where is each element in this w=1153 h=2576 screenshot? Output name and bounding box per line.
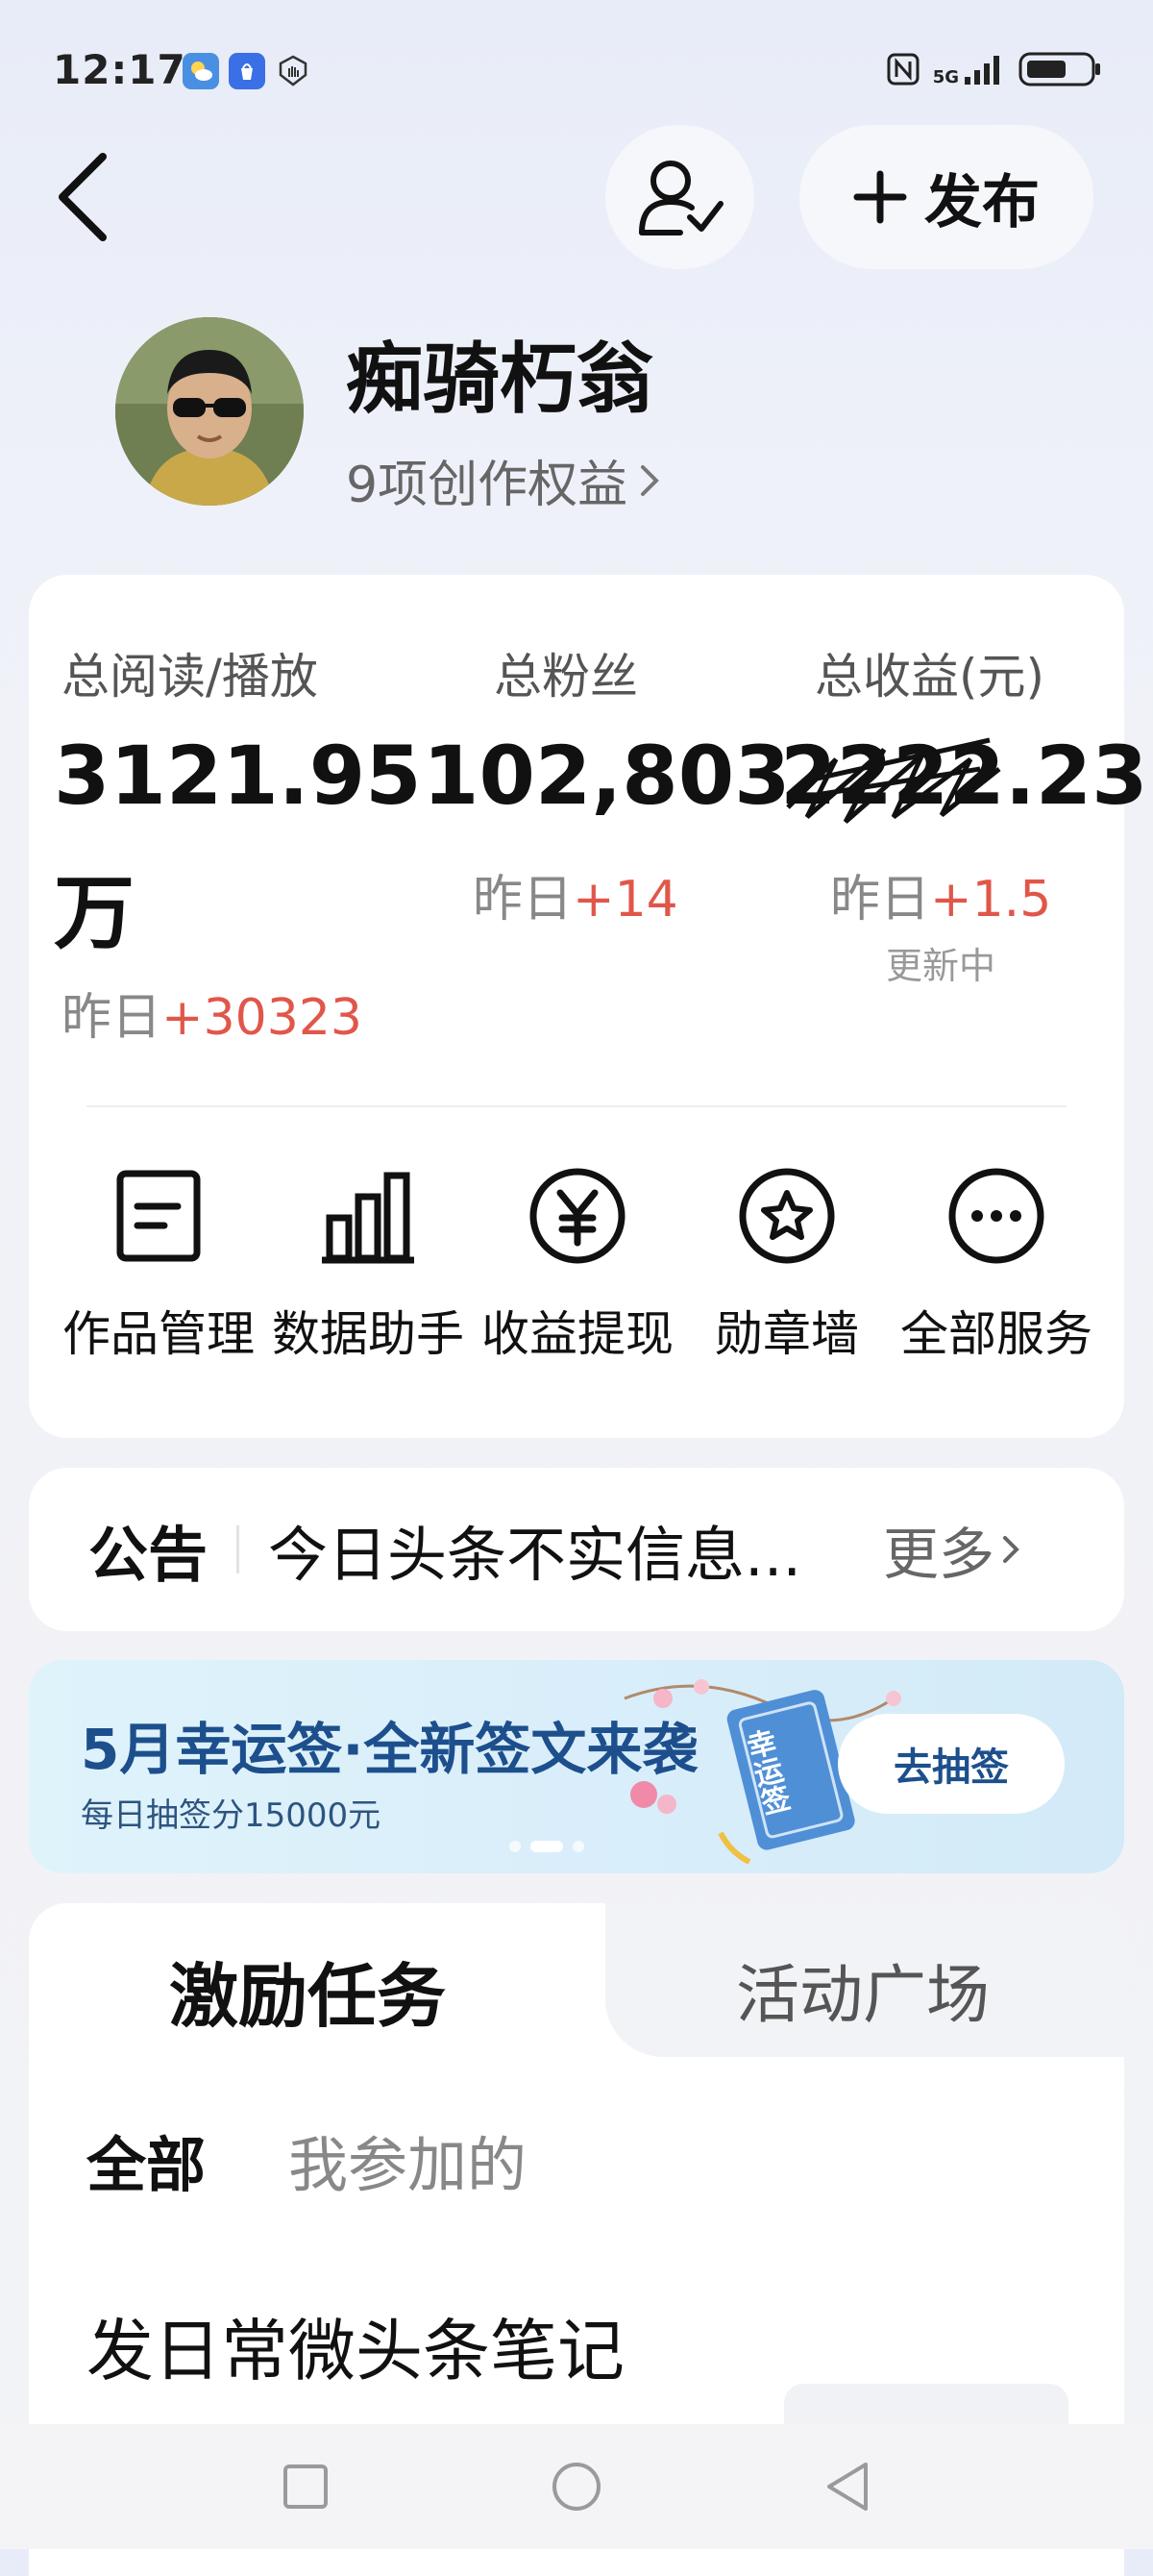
chevron-right-icon bbox=[641, 464, 659, 496]
stat-income-label: 总收益(元) bbox=[815, 649, 1045, 705]
stat-fans-value: 102,803 bbox=[423, 729, 791, 823]
notice-text: 今日头条不实信息... bbox=[268, 1520, 802, 1590]
service-label: 收益提现 bbox=[481, 1306, 674, 1362]
yen-icon bbox=[529, 1168, 626, 1264]
stat-reads-value: 3121.95 bbox=[54, 729, 422, 823]
follow-manage-button[interactable] bbox=[605, 125, 754, 269]
stat-fans-label: 总粉丝 bbox=[494, 649, 638, 705]
service-works-management[interactable]: 作品管理 bbox=[58, 1163, 259, 1365]
filter-all[interactable]: 全部 bbox=[86, 2117, 206, 2203]
stat-fans-delta-value: +14 bbox=[573, 871, 678, 929]
hand-shield-icon bbox=[275, 53, 311, 89]
draw-sign-button[interactable]: 去抽签 bbox=[838, 1714, 1065, 1814]
creator-rights-label: 9项创作权益 bbox=[346, 457, 628, 514]
stat-reads-delta: 昨日+30323 bbox=[61, 977, 362, 1049]
document-icon bbox=[116, 1170, 201, 1262]
nfc-icon bbox=[887, 53, 920, 86]
app-market-icon bbox=[229, 53, 265, 89]
chevron-right-icon bbox=[1003, 1536, 1019, 1563]
back-button[interactable] bbox=[53, 144, 130, 250]
notice-more-link[interactable]: 更多 bbox=[883, 1509, 994, 1590]
network-type: 5G bbox=[932, 67, 959, 87]
status-time: 12:17 bbox=[53, 46, 186, 93]
user-check-icon bbox=[638, 161, 724, 235]
filter-joined[interactable]: 我参加的 bbox=[288, 2117, 527, 2203]
service-data-assistant[interactable]: 数据助手 bbox=[267, 1163, 469, 1365]
service-label: 数据助手 bbox=[272, 1306, 464, 1362]
service-medal-wall[interactable]: 勋章墙 bbox=[686, 1163, 888, 1365]
banner-subtitle: 每日抽签分15000元 bbox=[81, 1796, 381, 1835]
publish-label: 发布 bbox=[924, 168, 1040, 236]
tab-incentive-tasks[interactable]: 激励任务 bbox=[169, 1940, 446, 2041]
service-all[interactable]: 全部服务 bbox=[895, 1163, 1097, 1365]
stat-reads[interactable]: 总阅读/播放 bbox=[61, 638, 318, 707]
stat-reads-unit: 万 bbox=[54, 866, 135, 960]
stat-reads-delta-value: +30323 bbox=[161, 989, 363, 1047]
stat-fans-delta: 昨日+14 bbox=[473, 858, 678, 930]
task-title: 发日常微头条笔记 bbox=[86, 2312, 625, 2390]
notice-tag: 公告 bbox=[88, 1520, 209, 1590]
status-system-icons: 5G bbox=[885, 50, 1103, 88]
service-label: 勋章墙 bbox=[715, 1306, 859, 1362]
notice-divider bbox=[236, 1525, 240, 1573]
weather-icon bbox=[183, 53, 219, 89]
stat-reads-label: 总阅读/播放 bbox=[61, 649, 318, 705]
stat-reads-delta-prefix: 昨日 bbox=[61, 989, 162, 1047]
home-circle-icon[interactable] bbox=[551, 2461, 602, 2513]
banner-pagination bbox=[509, 1841, 584, 1852]
status-app-icons bbox=[183, 53, 311, 89]
medal-icon bbox=[739, 1168, 835, 1264]
stats-card: 总阅读/播放 3121.95 万 昨日+30323 总粉丝 102,803 昨日… bbox=[29, 575, 1148, 1438]
lucky-sign-banner[interactable]: 5月幸运签·全新签文来袭 每日抽签分15000元 幸运签 去抽签 bbox=[29, 1660, 1124, 1873]
notice-bar[interactable]: 公告 今日头条不实信息... 更多 bbox=[29, 1468, 1124, 1631]
publish-button[interactable]: 发布 bbox=[799, 125, 1093, 269]
recents-square-icon[interactable] bbox=[282, 2463, 330, 2511]
creator-rights-link[interactable]: 9项创作权益 bbox=[346, 444, 662, 516]
stat-income-delta-prefix: 昨日 bbox=[830, 871, 931, 929]
stat-income-updating: 更新中 bbox=[886, 945, 996, 987]
chevron-left-icon bbox=[59, 153, 107, 241]
stat-income-delta-value: +1.5 bbox=[930, 871, 1052, 929]
battery-icon bbox=[1018, 52, 1100, 87]
scribble-redaction-icon bbox=[786, 737, 1001, 824]
more-icon bbox=[948, 1168, 1044, 1264]
service-label: 作品管理 bbox=[62, 1306, 255, 1362]
signal-icon: 5G bbox=[933, 52, 1007, 87]
stat-income-delta: 昨日+1.5 bbox=[830, 858, 1051, 930]
avatar[interactable] bbox=[115, 317, 304, 506]
tab-activity-square[interactable]: 活动广场 bbox=[736, 1944, 990, 2036]
system-nav-bar bbox=[0, 2424, 1153, 2549]
service-income-withdraw[interactable]: 收益提现 bbox=[477, 1163, 678, 1365]
bar-chart-icon bbox=[322, 1172, 414, 1264]
stats-divider bbox=[86, 1105, 1067, 1107]
service-label: 全部服务 bbox=[900, 1306, 1092, 1362]
back-triangle-icon[interactable] bbox=[823, 2461, 871, 2513]
plus-icon bbox=[853, 170, 907, 224]
stat-fans-delta-prefix: 昨日 bbox=[473, 871, 574, 929]
username: 痴骑朽翁 bbox=[346, 334, 653, 424]
